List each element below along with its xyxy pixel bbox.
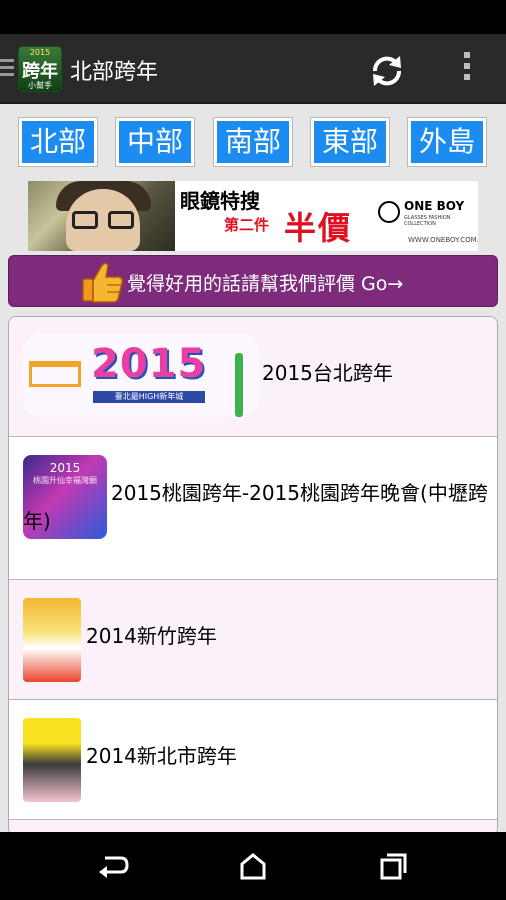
thumb-year: 2015 — [49, 461, 81, 475]
ad-subline: 第二件 — [224, 216, 270, 234]
region-button-islands[interactable]: 外島 — [408, 118, 486, 166]
list-item[interactable]: 2015 桃園升仙幸福灣願 2015桃園跨年-2015桃園跨年晚會(中壢跨年) — [9, 437, 497, 580]
ad-brand-sub: GLASSES FASHION COLLECTION — [404, 215, 451, 227]
event-title: 2015桃園跨年-2015桃園跨年晚會(中壢跨年) — [23, 481, 488, 533]
app-logo[interactable]: 2015 跨年 小幫手 — [18, 46, 62, 92]
ad-photo — [28, 181, 175, 251]
region-button-south[interactable]: 南部 — [214, 118, 292, 166]
home-icon[interactable] — [235, 850, 271, 882]
rate-app-banner[interactable]: 覺得好用的話請幫我們評價 Go→ — [8, 255, 498, 307]
recents-icon[interactable] — [375, 850, 411, 882]
overflow-menu-icon[interactable] — [455, 52, 479, 86]
system-nav-bar — [0, 832, 506, 900]
event-thumbnail — [23, 598, 81, 682]
event-thumbnail: 2015 臺北最HIGH新年城 — [23, 333, 259, 417]
event-thumbnail — [23, 718, 81, 802]
ad-banner[interactable]: 眼鏡特搜 第二件 半價 ONE BOY GLASSES FASHION COLL… — [28, 181, 478, 251]
rate-app-text: 覺得好用的話請幫我們評價 Go→ — [127, 273, 404, 295]
list-item[interactable]: 2014新北市跨年 — [9, 700, 497, 820]
region-button-north[interactable]: 北部 — [19, 118, 97, 166]
event-title: 2014新竹跨年 — [86, 624, 217, 648]
action-bar: 2015 跨年 小幫手 北部跨年 — [0, 34, 506, 104]
thumb-caption: 臺北最HIGH新年城 — [93, 391, 205, 403]
region-button-central[interactable]: 中部 — [116, 118, 194, 166]
logo-sub: 小幫手 — [28, 81, 52, 90]
region-button-east[interactable]: 東部 — [311, 118, 389, 166]
ad-url: WWW.ONEBOY.COM.TW — [408, 236, 478, 244]
event-list: 2015 臺北最HIGH新年城 2015台北跨年 2015 桃園升仙幸福灣願 2… — [8, 316, 498, 836]
event-title: 2014新北市跨年 — [86, 744, 237, 768]
thumb-year: 2015 — [91, 341, 207, 387]
ad-headline: 眼鏡特搜 — [180, 189, 260, 213]
refresh-icon[interactable] — [367, 51, 407, 91]
drawer-menu-icon[interactable] — [0, 59, 14, 79]
brand-logo-icon — [378, 201, 400, 223]
list-item[interactable]: 2015 臺北最HIGH新年城 2015台北跨年 — [9, 317, 497, 437]
list-item[interactable]: 2014新竹跨年 — [9, 580, 497, 700]
thumbs-up-icon — [81, 259, 125, 305]
ad-offer: 半價 — [284, 209, 353, 247]
event-title: 2015台北跨年 — [262, 361, 393, 385]
ad-brand: ONE BOY — [404, 199, 465, 213]
status-bar — [0, 0, 506, 34]
page-title: 北部跨年 — [70, 60, 159, 85]
logo-year: 2015 — [29, 48, 51, 57]
back-icon[interactable] — [95, 850, 131, 882]
